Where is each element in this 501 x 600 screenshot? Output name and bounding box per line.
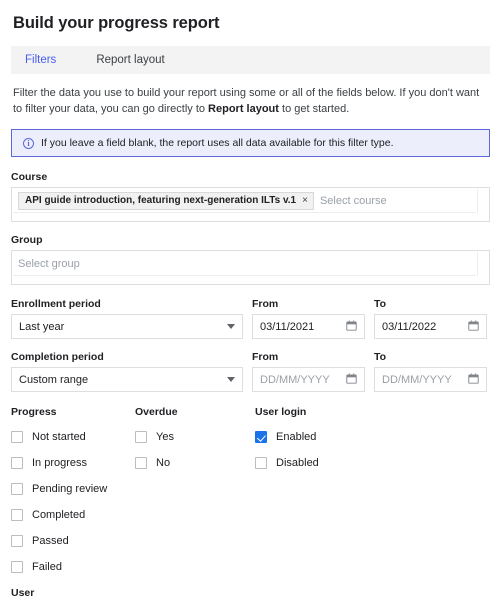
user-label: User bbox=[11, 587, 490, 599]
checkbox-box[interactable] bbox=[255, 457, 267, 469]
group-multiselect[interactable]: Select group bbox=[11, 250, 490, 285]
group-placeholder: Select group bbox=[18, 258, 80, 270]
completion-from-date[interactable]: DD/MM/YYYY bbox=[252, 367, 365, 392]
completion-to-date[interactable]: DD/MM/YYYY bbox=[374, 367, 487, 392]
checkbox-label: Completed bbox=[32, 509, 85, 521]
chevron-down-icon bbox=[227, 324, 235, 329]
completion-from-group: From DD/MM/YYYY bbox=[252, 351, 365, 392]
progress-group: Progress Not started In progress Pending… bbox=[11, 406, 135, 583]
tab-report-layout[interactable]: Report layout bbox=[82, 46, 178, 74]
checkbox-overdue-yes[interactable]: Yes bbox=[135, 427, 255, 447]
checkbox-box[interactable] bbox=[11, 431, 23, 443]
group-scrollbar[interactable] bbox=[477, 252, 488, 276]
completion-to-label: To bbox=[374, 351, 487, 363]
enrollment-from-group: From 03/11/2021 bbox=[252, 298, 365, 339]
course-chip: API guide introduction, featuring next-g… bbox=[18, 192, 314, 210]
enrollment-to-date[interactable]: 03/11/2022 bbox=[374, 314, 487, 339]
checkbox-not-started[interactable]: Not started bbox=[11, 427, 135, 447]
completion-to-group: To DD/MM/YYYY bbox=[374, 351, 487, 392]
enrollment-to-group: To 03/11/2022 bbox=[374, 298, 487, 339]
chevron-down-icon bbox=[227, 377, 235, 382]
checkbox-label: In progress bbox=[32, 457, 87, 469]
checkbox-completed[interactable]: Completed bbox=[11, 505, 135, 525]
progress-label: Progress bbox=[11, 406, 135, 418]
intro-paragraph: Filter the data you use to build your re… bbox=[13, 85, 488, 117]
enrollment-from-date[interactable]: 03/11/2021 bbox=[252, 314, 365, 339]
course-scrollbar[interactable] bbox=[477, 189, 488, 213]
checkbox-label: No bbox=[156, 457, 170, 469]
checkbox-box[interactable] bbox=[135, 457, 147, 469]
group-field: Group Select group bbox=[11, 234, 490, 285]
checkbox-label: Enabled bbox=[276, 431, 316, 443]
enrollment-period-value: Last year bbox=[19, 321, 227, 333]
report-builder-page: Build your progress report Filters Repor… bbox=[0, 14, 501, 600]
course-chip-label: API guide introduction, featuring next-g… bbox=[25, 195, 296, 206]
info-banner-text: If you leave a field blank, the report u… bbox=[41, 137, 394, 149]
checkbox-box[interactable] bbox=[11, 457, 23, 469]
enrollment-period-group: Enrollment period Last year bbox=[11, 298, 243, 339]
course-input-area[interactable]: API guide introduction, featuring next-g… bbox=[13, 189, 476, 213]
enrollment-period-label: Enrollment period bbox=[11, 298, 243, 310]
completion-period-select[interactable]: Custom range bbox=[11, 367, 243, 392]
checkbox-label: Disabled bbox=[276, 457, 319, 469]
filter-checkbox-groups: Progress Not started In progress Pending… bbox=[11, 406, 490, 583]
course-label: Course bbox=[11, 171, 490, 183]
overdue-label: Overdue bbox=[135, 406, 255, 418]
group-label: Group bbox=[11, 234, 490, 246]
checkbox-label: Not started bbox=[32, 431, 86, 443]
checkbox-box[interactable] bbox=[11, 535, 23, 547]
course-placeholder: Select course bbox=[320, 195, 387, 207]
checkbox-box[interactable] bbox=[11, 509, 23, 521]
user-login-label: User login bbox=[255, 406, 395, 418]
calendar-icon[interactable] bbox=[346, 320, 357, 334]
checkbox-label: Passed bbox=[32, 535, 69, 547]
checkbox-failed[interactable]: Failed bbox=[11, 557, 135, 577]
checkbox-label: Failed bbox=[32, 561, 62, 573]
tab-bar: Filters Report layout bbox=[11, 46, 490, 74]
enrollment-from-value: 03/11/2021 bbox=[260, 321, 346, 333]
enrollment-period-select[interactable]: Last year bbox=[11, 314, 243, 339]
calendar-icon[interactable] bbox=[346, 373, 357, 387]
enrollment-period-row: Enrollment period Last year From 03/11/2… bbox=[11, 298, 490, 339]
checkbox-passed[interactable]: Passed bbox=[11, 531, 135, 551]
checkbox-box[interactable] bbox=[11, 483, 23, 495]
enrollment-to-value: 03/11/2022 bbox=[382, 321, 468, 333]
completion-to-placeholder: DD/MM/YYYY bbox=[382, 374, 468, 386]
intro-report-layout-emphasis: Report layout bbox=[208, 103, 279, 115]
tab-filters[interactable]: Filters bbox=[11, 46, 70, 74]
enrollment-to-label: To bbox=[374, 298, 487, 310]
checkbox-box[interactable] bbox=[135, 431, 147, 443]
checkbox-in-progress[interactable]: In progress bbox=[11, 453, 135, 473]
checkbox-overdue-no[interactable]: No bbox=[135, 453, 255, 473]
checkbox-box[interactable] bbox=[255, 431, 267, 443]
checkbox-login-disabled[interactable]: Disabled bbox=[255, 453, 395, 473]
user-login-group: User login Enabled Disabled bbox=[255, 406, 395, 583]
completion-period-group: Completion period Custom range bbox=[11, 351, 243, 392]
user-field: User Select user bbox=[11, 587, 490, 600]
info-icon: i bbox=[23, 138, 34, 149]
enrollment-from-label: From bbox=[252, 298, 365, 310]
completion-from-placeholder: DD/MM/YYYY bbox=[260, 374, 346, 386]
intro-text-part2: to get started. bbox=[279, 103, 349, 115]
checkbox-label: Pending review bbox=[32, 483, 107, 495]
calendar-icon[interactable] bbox=[468, 373, 479, 387]
course-multiselect[interactable]: API guide introduction, featuring next-g… bbox=[11, 187, 490, 222]
group-input-area[interactable]: Select group bbox=[13, 252, 476, 276]
course-chip-remove-icon[interactable]: × bbox=[302, 195, 308, 206]
checkbox-label: Yes bbox=[156, 431, 174, 443]
completion-from-label: From bbox=[252, 351, 365, 363]
course-field: Course API guide introduction, featuring… bbox=[11, 171, 490, 222]
page-title: Build your progress report bbox=[13, 14, 501, 33]
checkbox-pending-review[interactable]: Pending review bbox=[11, 479, 135, 499]
completion-period-value: Custom range bbox=[19, 374, 227, 386]
checkbox-box[interactable] bbox=[11, 561, 23, 573]
calendar-icon[interactable] bbox=[468, 320, 479, 334]
completion-period-row: Completion period Custom range From DD/M… bbox=[11, 351, 490, 392]
completion-period-label: Completion period bbox=[11, 351, 243, 363]
checkbox-login-enabled[interactable]: Enabled bbox=[255, 427, 395, 447]
overdue-group: Overdue Yes No bbox=[135, 406, 255, 583]
info-banner: i If you leave a field blank, the report… bbox=[11, 129, 490, 157]
